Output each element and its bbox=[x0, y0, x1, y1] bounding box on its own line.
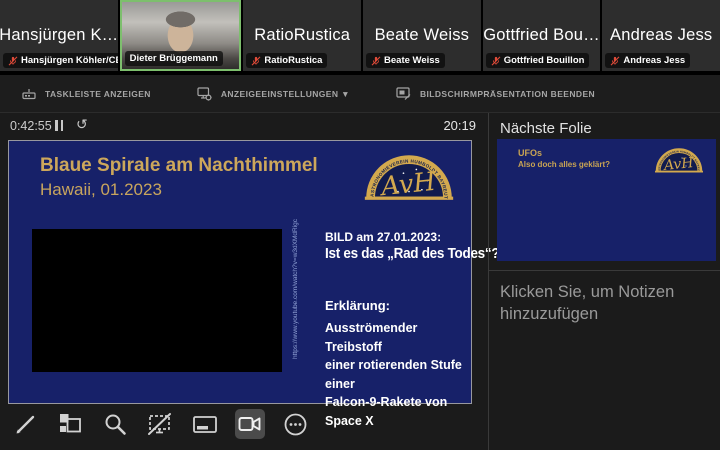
next-slide-subtitle: Also doch alles geklärt? bbox=[518, 160, 611, 169]
participant-name: Andreas Jess bbox=[610, 26, 713, 44]
slide-explanation-title: Erklärung: bbox=[325, 298, 391, 313]
pen-tool-button[interactable] bbox=[10, 409, 40, 439]
participant-name: Hansjürgen K… bbox=[0, 26, 118, 44]
participant-label: RatioRustica bbox=[246, 53, 328, 68]
participant-tile[interactable]: Beate Weiss Beate Weiss bbox=[363, 0, 481, 71]
logo-script-text: AvH bbox=[378, 167, 438, 203]
muted-mic-icon bbox=[251, 55, 261, 66]
end-presentation-icon bbox=[396, 87, 411, 100]
embedded-video-placeholder[interactable] bbox=[32, 229, 282, 372]
next-slide-title: UFOs bbox=[518, 148, 543, 158]
next-slide-header: Nächste Folie bbox=[500, 120, 592, 137]
notes-placeholder[interactable]: Klicken Sie, um Notizen hinzuzufügen bbox=[500, 281, 685, 325]
annotation-toolbar bbox=[10, 409, 310, 439]
ellipsis-icon bbox=[284, 413, 306, 435]
muted-mic-icon bbox=[491, 55, 501, 66]
camera-feed-button[interactable] bbox=[235, 409, 265, 439]
screen-annotate-icon bbox=[148, 413, 171, 435]
slide-explanation-line: Falcon-9-Rakete von Space X bbox=[325, 395, 448, 428]
slide-text-block: BILD am 27.01.2023: Ist es das „Rad des … bbox=[325, 230, 500, 430]
slide-grid-icon bbox=[60, 414, 81, 433]
see-all-slides-button[interactable] bbox=[55, 409, 85, 439]
end-presentation-button[interactable]: BILDSCHIRMPRÄSENTATION BEENDEN bbox=[396, 87, 595, 100]
astronomy-club-logo: ASTRONOMIEVEREIN HUMBOLDT BAYREUTH E.V. … bbox=[363, 147, 454, 203]
participant-label: Andreas Jess bbox=[605, 53, 691, 68]
logo-script-text: AvH bbox=[661, 155, 695, 174]
participant-name: Gottfried Bou… bbox=[483, 26, 600, 44]
participant-strip: Hansjürgen K… Hansjürgen Köhler/CE… Diet… bbox=[0, 0, 720, 75]
astronomy-club-logo: ASTRONOMIEVEREIN HUMBOLDT BAYREUTH E.V. … bbox=[654, 144, 703, 174]
elapsed-timer: 0:42:55 bbox=[10, 119, 52, 133]
magnifier-icon bbox=[105, 414, 126, 435]
participant-tile[interactable]: Hansjürgen K… Hansjürgen Köhler/CE… bbox=[0, 0, 118, 71]
participant-tile-active-speaker[interactable]: Dieter Brüggemann bbox=[119, 0, 242, 71]
current-slide[interactable]: Blaue Spirale am Nachthimmel Hawaii, 01.… bbox=[8, 140, 500, 428]
slide-title: Blaue Spirale am Nachthimmel bbox=[40, 155, 318, 176]
pause-timer-button[interactable] bbox=[55, 120, 63, 131]
slide-explanation-line: einer rotierenden Stufe einer bbox=[325, 358, 462, 391]
show-taskbar-button[interactable]: TASKLEISTE ANZEIGEN bbox=[22, 88, 151, 100]
participant-label: Dieter Brüggemann bbox=[124, 51, 223, 66]
more-options-button[interactable] bbox=[280, 409, 310, 439]
next-slide-thumbnail[interactable]: UFOs Also doch alles geklärt? ASTRONOMIE… bbox=[497, 139, 716, 261]
display-settings-button[interactable]: ANZEIGEEINSTELLUNGEN ▼ bbox=[197, 86, 350, 101]
subtitles-toggle-button[interactable] bbox=[190, 409, 220, 439]
restart-timer-button[interactable]: ↺ bbox=[76, 116, 88, 133]
slide-subtitle: Hawaii, 01.2023 bbox=[40, 180, 162, 199]
participant-label: Beate Weiss bbox=[366, 53, 445, 68]
participant-label: Hansjürgen Köhler/CE… bbox=[3, 53, 118, 68]
zoom-slide-button[interactable] bbox=[100, 409, 130, 439]
panel-divider bbox=[488, 113, 489, 450]
slide-heading-1: BILD am 27.01.2023: bbox=[325, 230, 442, 244]
pen-icon bbox=[16, 415, 35, 434]
participant-name: RatioRustica bbox=[254, 26, 351, 44]
notes-divider bbox=[489, 270, 720, 271]
participant-tile[interactable]: RatioRustica RatioRustica bbox=[243, 0, 362, 71]
muted-mic-icon bbox=[8, 55, 18, 66]
participant-tile[interactable]: Gottfried Bou… Gottfried Bouillon bbox=[482, 0, 601, 71]
participant-name: Beate Weiss bbox=[374, 26, 470, 44]
display-settings-icon bbox=[197, 86, 212, 101]
presenter-toolbar: TASKLEISTE ANZEIGEN ANZEIGEEINSTELLUNGEN… bbox=[0, 75, 720, 113]
slide-heading-2: Ist es das „Rad des Todes“? bbox=[325, 246, 500, 262]
timer-row: 0:42:55 ↺ 20:19 bbox=[0, 113, 488, 139]
muted-mic-icon bbox=[610, 55, 620, 66]
video-camera-icon bbox=[238, 417, 261, 431]
video-source-url: https://www.youtube.com/watch?v=w3dXMdRi… bbox=[292, 219, 299, 359]
participant-tile[interactable]: Andreas Jess Andreas Jess bbox=[602, 0, 720, 71]
muted-mic-icon bbox=[371, 55, 381, 66]
current-time: 20:19 bbox=[443, 118, 476, 133]
slide-explanation-line: Ausströmender Treibstoff bbox=[325, 321, 418, 354]
black-screen-button[interactable] bbox=[145, 409, 175, 439]
subtitles-icon bbox=[193, 416, 217, 433]
taskbar-icon bbox=[22, 88, 36, 99]
participant-label: Gottfried Bouillon bbox=[485, 53, 590, 68]
